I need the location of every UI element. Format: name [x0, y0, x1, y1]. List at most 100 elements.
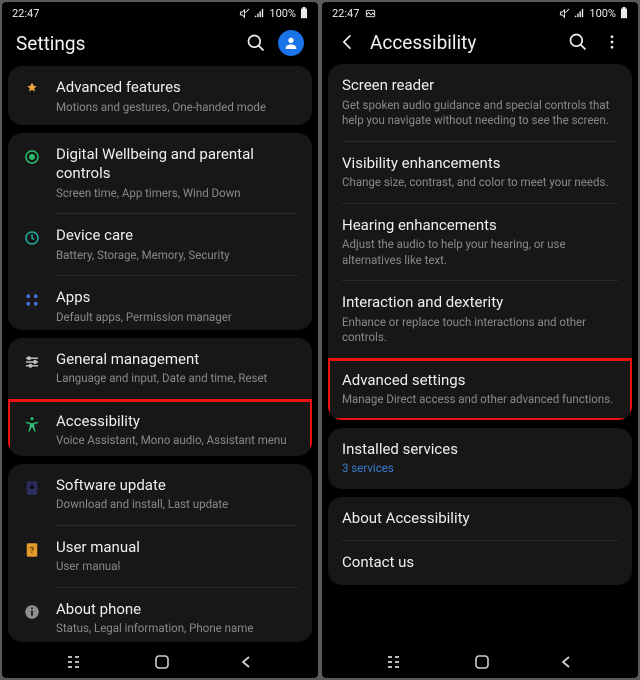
nav-home[interactable]	[154, 654, 170, 670]
more-button[interactable]	[600, 30, 624, 54]
screenshot-icon	[365, 8, 376, 19]
software-update-icon	[22, 478, 42, 498]
settings-group: Installed services3 services	[328, 428, 632, 489]
settings-item-about-accessibility[interactable]: About Accessibility	[328, 497, 632, 541]
settings-item-interaction-and-dexterity[interactable]: Interaction and dexterityEnhance or repl…	[328, 281, 632, 358]
item-subtitle: User manual	[56, 559, 298, 575]
mute-icon	[559, 8, 570, 19]
nav-recents[interactable]	[67, 655, 85, 669]
battery-icon	[620, 7, 628, 19]
item-title: User manual	[56, 538, 298, 558]
settings-group: Software updateDownload and install, Las…	[8, 464, 312, 642]
item-title: Visibility enhancements	[342, 154, 618, 174]
item-subtitle: Get spoken audio guidance and special co…	[342, 98, 618, 129]
item-title: Apps	[56, 288, 298, 308]
advanced-features-icon	[22, 80, 42, 100]
settings-group: Screen readerGet spoken audio guidance a…	[328, 64, 632, 420]
item-title: Advanced features	[56, 78, 298, 98]
status-bar: 22:47 100%	[2, 2, 318, 24]
nav-bar	[2, 646, 318, 678]
settings-item-apps[interactable]: Apps Default apps, Permission manager	[8, 276, 312, 329]
battery-icon	[300, 7, 308, 19]
settings-item-device-care[interactable]: Device care Battery, Storage, Memory, Sec…	[8, 214, 312, 275]
item-subtitle: Status, Legal information, Phone name	[56, 621, 298, 637]
nav-back[interactable]	[239, 655, 253, 669]
settings-group: Digital Wellbeing and parental controls S…	[8, 133, 312, 330]
item-title: Hearing enhancements	[342, 216, 618, 236]
signal-icon	[254, 8, 265, 19]
item-title: About Accessibility	[342, 509, 618, 529]
item-subtitle: Language and input, Date and time, Reset	[56, 371, 298, 387]
item-title: About phone	[56, 600, 298, 620]
account-avatar[interactable]	[278, 30, 304, 56]
item-subtitle: Enhance or replace touch interactions an…	[342, 315, 618, 346]
general-mgmt-icon	[22, 352, 42, 372]
settings-item-visibility-enhancements[interactable]: Visibility enhancementsChange size, cont…	[328, 142, 632, 203]
item-subtitle: Change size, contrast, and color to meet…	[342, 175, 618, 191]
settings-item-hearing-enhancements[interactable]: Hearing enhancementsAdjust the audio to …	[328, 204, 632, 281]
device-care-icon	[22, 228, 42, 248]
accessibility-icon	[22, 414, 42, 434]
item-title: Device care	[56, 226, 298, 246]
signal-icon	[574, 8, 585, 19]
settings-item-installed-services[interactable]: Installed services3 services	[328, 428, 632, 489]
item-title: Contact us	[342, 553, 618, 573]
item-title: Advanced settings	[342, 371, 618, 391]
item-subtitle: Adjust the audio to help your hearing, o…	[342, 237, 618, 268]
settings-item-general-management[interactable]: General managementLanguage and input, Da…	[8, 338, 312, 399]
back-button[interactable]	[336, 30, 360, 54]
item-title: Software update	[56, 476, 298, 496]
search-button[interactable]	[566, 30, 590, 54]
settings-item-about-phone[interactable]: About phoneStatus, Legal information, Ph…	[8, 588, 312, 642]
nav-back[interactable]	[559, 655, 573, 669]
nav-recents[interactable]	[387, 655, 405, 669]
settings-item-accessibility[interactable]: AccessibilityVoice Assistant, Mono audio…	[8, 400, 312, 456]
item-title: Accessibility	[56, 412, 298, 432]
settings-group: General managementLanguage and input, Da…	[8, 338, 312, 456]
item-title: Screen reader	[342, 76, 618, 96]
item-subtitle: Default apps, Permission manager	[56, 310, 298, 326]
item-subtitle: Download and install, Last update	[56, 497, 298, 513]
item-subtitle: Motions and gestures, One-handed mode	[56, 100, 298, 116]
about-phone-icon	[22, 602, 42, 622]
settings-item-user-manual[interactable]: ? User manualUser manual	[8, 526, 312, 587]
battery-pct: 100%	[589, 7, 616, 20]
settings-item-digital-wellbeing-and-parental-controls[interactable]: Digital Wellbeing and parental controls S…	[8, 133, 312, 214]
settings-item-advanced-features[interactable]: Advanced features Motions and gestures, O…	[8, 66, 312, 125]
item-subtitle: Battery, Storage, Memory, Security	[56, 248, 298, 264]
settings-group: About Accessibility Contact us	[328, 497, 632, 585]
item-title: Interaction and dexterity	[342, 293, 618, 313]
search-button[interactable]	[244, 31, 268, 55]
nav-bar	[322, 646, 638, 678]
status-bar: 22:47 100%	[322, 2, 638, 24]
page-title: Settings	[16, 32, 234, 55]
phone-right: 22:47 100% Accessibility	[322, 2, 638, 678]
settings-list: Advanced features Motions and gestures, O…	[2, 66, 318, 646]
page-title: Accessibility	[370, 31, 556, 54]
item-title: General management	[56, 350, 298, 370]
status-time: 22:47	[332, 7, 359, 20]
phone-left: 22:47 100% Settings Advanced features Mot…	[2, 2, 318, 678]
settings-group: Advanced features Motions and gestures, O…	[8, 66, 312, 125]
svg-text:?: ?	[30, 546, 34, 556]
battery-pct: 100%	[269, 7, 296, 20]
appbar: Settings	[2, 24, 318, 66]
settings-item-advanced-settings[interactable]: Advanced settingsManage Direct access an…	[328, 359, 632, 420]
item-subtitle: Manage Direct access and other advanced …	[342, 392, 618, 408]
mute-icon	[239, 8, 250, 19]
item-title: Installed services	[342, 440, 618, 460]
item-subtitle: 3 services	[342, 461, 618, 477]
item-subtitle: Voice Assistant, Mono audio, Assistant m…	[56, 433, 298, 449]
settings-item-software-update[interactable]: Software updateDownload and install, Las…	[8, 464, 312, 525]
status-time: 22:47	[12, 7, 39, 20]
apps-icon	[22, 290, 42, 310]
nav-home[interactable]	[474, 654, 490, 670]
item-subtitle: Screen time, App timers, Wind Down	[56, 186, 298, 202]
accessibility-list: Screen readerGet spoken audio guidance a…	[322, 64, 638, 646]
settings-item-contact-us[interactable]: Contact us	[328, 541, 632, 585]
settings-item-screen-reader[interactable]: Screen readerGet spoken audio guidance a…	[328, 64, 632, 141]
item-title: Digital Wellbeing and parental controls	[56, 145, 298, 184]
appbar: Accessibility	[322, 24, 638, 64]
wellbeing-icon	[22, 147, 42, 167]
user-manual-icon: ?	[22, 540, 42, 560]
